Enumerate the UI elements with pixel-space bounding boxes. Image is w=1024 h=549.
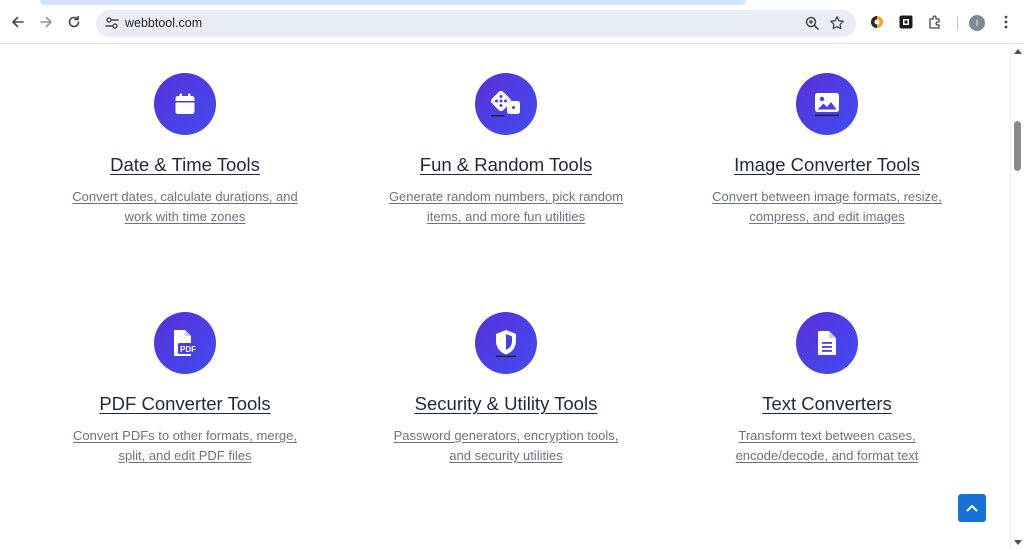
tool-card-title[interactable]: Fun & Random Tools (346, 154, 666, 176)
page-content: Date & Time Tools Convert dates, calcula… (0, 45, 1010, 549)
shield-icon (496, 330, 516, 358)
tool-card-title[interactable]: Date & Time Tools (25, 154, 345, 176)
scrollbar-thumb[interactable] (1014, 121, 1021, 171)
toolbar-separator (957, 16, 958, 30)
tool-card-pdf-converter[interactable]: PDF PDF Converter Tools Convert PDFs to … (25, 312, 345, 466)
site-settings-icon[interactable] (104, 15, 120, 31)
tool-card-title[interactable]: Text Converters (667, 393, 987, 415)
zoom-icon[interactable] (804, 15, 820, 31)
tool-card-icon-circle (796, 73, 858, 135)
reload-icon (68, 15, 80, 28)
extension-icon[interactable] (869, 14, 885, 30)
tool-card-description[interactable]: Convert between image formats, resize, c… (707, 187, 947, 227)
address-bar[interactable]: webbtool.com (96, 10, 856, 37)
page-scrollbar[interactable] (1010, 45, 1024, 549)
url-text[interactable]: webbtool.com (125, 16, 202, 30)
tool-card-icon-circle (796, 312, 858, 374)
tool-card-fun-random[interactable]: Fun & Random Tools Generate random numbe… (346, 73, 666, 227)
tool-card-text-converters[interactable]: Text Converters Transform text between c… (667, 312, 987, 466)
bookmark-star-icon[interactable] (829, 15, 845, 31)
forward-button[interactable] (36, 12, 56, 32)
dice-icon (490, 90, 520, 117)
pdf-file-icon: PDF (174, 330, 198, 356)
tool-card-icon-circle (154, 73, 216, 135)
arrow-left-icon (12, 16, 24, 28)
reload-button[interactable] (64, 12, 84, 32)
tool-card-description[interactable]: Convert dates, calculate durations, and … (65, 187, 305, 227)
tool-card-image-converter[interactable]: Image Converter Tools Convert between im… (667, 73, 987, 227)
browser-toolbar: webbtool.com I (0, 0, 1024, 44)
calendar-icon (175, 93, 195, 114)
tool-card-description[interactable]: Convert PDFs to other formats, merge, sp… (65, 426, 305, 466)
back-button[interactable] (8, 12, 28, 32)
pdf-icon-label: PDF (180, 345, 196, 354)
tool-card-description[interactable]: Transform text between cases, encode/dec… (707, 426, 947, 466)
tool-card-date-time[interactable]: Date & Time Tools Convert dates, calcula… (25, 73, 345, 227)
tool-card-icon-circle: PDF (154, 312, 216, 374)
scroll-down-arrow-icon[interactable] (1014, 540, 1022, 545)
chevron-up-icon (966, 505, 978, 512)
kebab-menu-icon[interactable] (998, 14, 1014, 30)
tool-card-icon-circle (475, 312, 537, 374)
tool-card-icon-circle (475, 73, 537, 135)
arrow-right-icon (40, 16, 52, 28)
tool-card-description[interactable]: Generate random numbers, pick random ite… (386, 187, 626, 227)
tab-strip-edge (40, 0, 746, 5)
document-icon (818, 331, 836, 355)
back-to-top-button[interactable] (958, 494, 986, 522)
tool-card-security-utility[interactable]: Security & Utility Tools Password genera… (346, 312, 666, 466)
tool-card-title[interactable]: Image Converter Tools (667, 154, 987, 176)
tool-card-title[interactable]: PDF Converter Tools (25, 393, 345, 415)
scroll-up-arrow-icon[interactable] (1014, 49, 1022, 54)
tool-card-title[interactable]: Security & Utility Tools (346, 393, 666, 415)
tool-card-description[interactable]: Password generators, encryption tools, a… (386, 426, 626, 466)
image-icon (815, 93, 839, 117)
extension-dark-icon[interactable] (898, 14, 914, 30)
profile-avatar[interactable]: I (969, 15, 985, 31)
extensions-puzzle-icon[interactable] (927, 14, 943, 30)
